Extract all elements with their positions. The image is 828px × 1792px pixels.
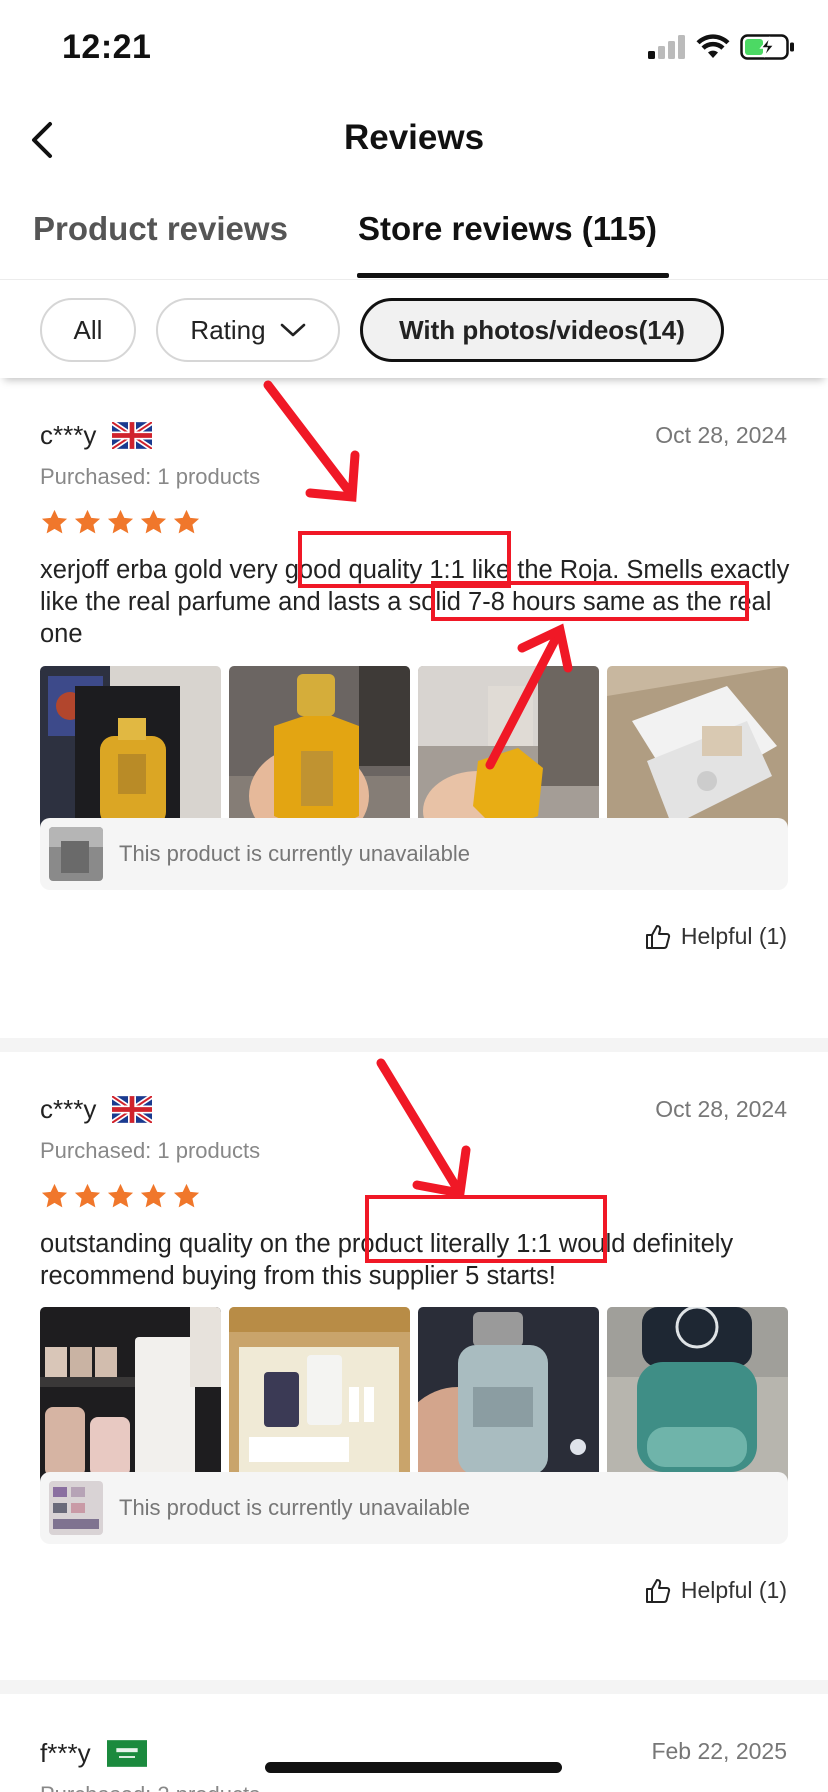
- star-icon: [74, 1183, 101, 1208]
- review-photos: [40, 1307, 788, 1487]
- star-icon: [74, 509, 101, 534]
- reviewer-name: c***y: [40, 420, 97, 450]
- thumbs-up-icon: [645, 1578, 671, 1603]
- review-text: outstanding quality on the product liter…: [40, 1230, 734, 1290]
- unavailable-product-row[interactable]: This product is currently unavailable: [40, 1472, 788, 1544]
- helpful-button[interactable]: Helpful (1): [645, 923, 787, 950]
- purchased-count: Purchased: 2 products: [40, 1782, 260, 1792]
- unavailable-product-row[interactable]: This product is currently unavailable: [40, 818, 788, 890]
- tab-product-reviews[interactable]: Product reviews: [33, 210, 288, 248]
- star-icon: [41, 1183, 68, 1208]
- review-card: c***y Oct 28, 2024 Purchased: 1 products…: [0, 1052, 828, 1680]
- purchased-count: Purchased: 1 products: [40, 464, 261, 489]
- star-icon: [107, 1183, 134, 1208]
- tab-store-reviews[interactable]: Store reviews (115): [358, 210, 657, 248]
- helpful-label: Helpful (1): [680, 1577, 787, 1603]
- filter-all-label: All: [73, 314, 103, 345]
- unavailable-label: This product is currently unavailable: [119, 841, 470, 866]
- filter-with-photos-chip[interactable]: With photos/videos(14): [360, 298, 724, 362]
- review-date: Oct 28, 2024: [655, 1096, 787, 1122]
- uk-flag-icon: [112, 1096, 153, 1123]
- uk-flag-icon: [112, 422, 153, 449]
- review-date: Oct 28, 2024: [655, 422, 787, 448]
- section-divider: [0, 1038, 828, 1052]
- star-icon: [140, 1183, 167, 1208]
- review-tabs: Product reviews Store reviews (115): [0, 200, 828, 280]
- helpful-button[interactable]: Helpful (1): [645, 1577, 787, 1604]
- star-icon: [41, 509, 68, 534]
- star-icon: [173, 509, 200, 534]
- product-thumbnail: [49, 1481, 103, 1535]
- filter-photos-label: With photos/videos(14): [399, 314, 685, 345]
- review-card: f***y Feb 22, 2025 Purchased: 2 products: [0, 1694, 828, 1792]
- reviewer: c***y: [40, 420, 153, 451]
- review-card: c***y Oct 28, 2024 Purchased: 1 products…: [0, 378, 828, 1038]
- page-title: Reviews: [343, 118, 485, 157]
- reviewer-name: f***y: [40, 1738, 91, 1768]
- screen: 12:21 Reviews Product reviews Store revi…: [0, 0, 828, 1792]
- filter-rating-dropdown[interactable]: Rating: [156, 298, 340, 362]
- reviewer: c***y: [40, 1094, 153, 1125]
- saudi-flag-icon: [106, 1740, 147, 1767]
- star-rating: [40, 508, 201, 537]
- product-thumbnail: [49, 827, 103, 881]
- review-photo[interactable]: [607, 1307, 788, 1487]
- purchased-count: Purchased: 1 products: [40, 1138, 261, 1163]
- active-tab-indicator: [357, 273, 669, 278]
- review-photo[interactable]: [40, 1307, 221, 1487]
- cellular-signal-icon: [648, 35, 685, 59]
- unavailable-label: This product is currently unavailable: [119, 1495, 470, 1520]
- battery-charging-icon: [740, 34, 794, 60]
- filter-bar: All Rating With photos/videos(14): [0, 282, 828, 378]
- star-icon: [140, 509, 167, 534]
- home-indicator: [265, 1762, 562, 1773]
- header: Reviews: [0, 100, 828, 182]
- star-icon: [107, 509, 134, 534]
- filter-rating-label: Rating: [190, 314, 266, 345]
- wifi-icon: [696, 34, 730, 58]
- review-photo[interactable]: [418, 1307, 599, 1487]
- reviewer: f***y: [40, 1738, 147, 1769]
- review-text: xerjoff erba gold very good quality 1:1 …: [40, 556, 790, 648]
- review-date: Feb 22, 2025: [651, 1738, 787, 1764]
- section-divider: [0, 1680, 828, 1694]
- status-time: 12:21: [62, 28, 152, 66]
- thumbs-up-icon: [645, 924, 671, 949]
- review-photo[interactable]: [229, 1307, 410, 1487]
- star-rating: [40, 1182, 201, 1211]
- status-icons: [648, 34, 796, 60]
- helpful-label: Helpful (1): [680, 923, 787, 949]
- chevron-down-icon: [280, 323, 305, 337]
- status-bar: 12:21: [0, 0, 828, 100]
- filter-all-chip[interactable]: All: [40, 298, 136, 362]
- star-icon: [173, 1183, 200, 1208]
- reviewer-name: c***y: [40, 1094, 97, 1124]
